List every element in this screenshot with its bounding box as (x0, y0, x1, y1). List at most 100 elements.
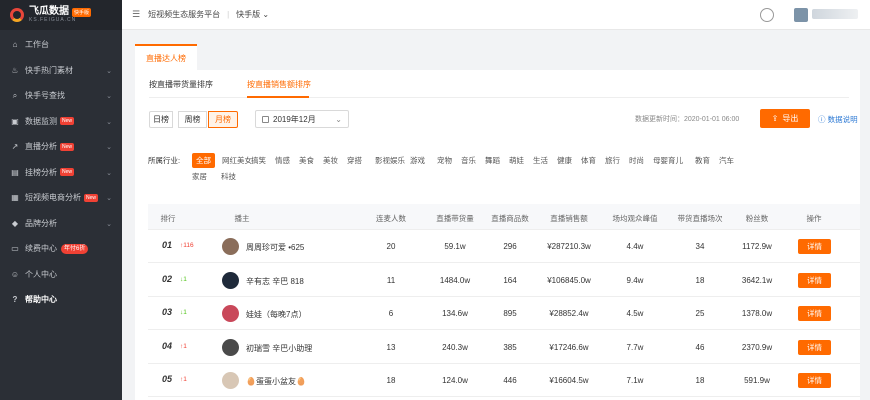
host-avatar[interactable] (222, 338, 239, 356)
industry-filter-item[interactable]: 萌娃 (509, 155, 524, 166)
industry-filter-item[interactable]: 时尚 (629, 155, 644, 166)
version-select[interactable]: 快手版 ⌄ (236, 9, 269, 20)
logo[interactable]: 飞瓜数据 快手版 KS.FEIGUA.CN (0, 0, 122, 30)
bars-icon: ▤ (11, 167, 19, 177)
detail-button[interactable]: 详情 (798, 272, 831, 288)
active-tab-indicator (247, 96, 309, 98)
industry-filter-item[interactable]: 穿搭 (347, 155, 362, 166)
sidebar-item-4[interactable]: ↗ 直播分析 New ⌄ (0, 134, 122, 160)
industry-filter-item[interactable]: 情感 (275, 155, 290, 166)
tab-sort-volume[interactable]: 按直播带货量排序 (149, 79, 213, 90)
industry-filter-item[interactable]: 科技 (221, 171, 236, 182)
month-picker[interactable]: 2019年12月 ⌄ (255, 110, 349, 128)
industry-filter-item[interactable]: 母婴育儿 (653, 155, 683, 166)
cell-c1: 13 (386, 342, 396, 352)
sidebar-item-7[interactable]: ◆ 品牌分析 ⌄ (0, 211, 122, 237)
cell-c6: 18 (695, 275, 705, 285)
host-avatar[interactable] (222, 305, 239, 322)
industry-filter-item[interactable]: 教育 (695, 155, 710, 166)
host-name[interactable]: 初瑞雪 辛巴小助理 (246, 343, 312, 354)
industry-filter-item[interactable]: 舞蹈 (485, 155, 500, 166)
host-name[interactable]: 娃娃（每晚7点） (246, 309, 306, 320)
platform-title: 短视频生态服务平台 (148, 10, 221, 19)
sidebar-item-label: 数据监测 (25, 116, 57, 126)
user-icon: ☺ (10, 269, 20, 279)
cell-c1: 18 (386, 376, 396, 385)
cell-c5: 7.1w (626, 376, 644, 385)
cell-c1: 20 (386, 242, 396, 251)
industry-filter-item[interactable]: 生活 (533, 155, 548, 166)
table-row[interactable]: 01 ↑116 周周珍可爱 •625 20 59.1w 296 ¥287210.3w 4.4w… (148, 230, 860, 263)
period-weekly-button[interactable]: 周榜 (178, 111, 207, 128)
detail-button[interactable]: 详情 (798, 373, 831, 388)
period-monthly-button[interactable]: 月榜 (208, 111, 238, 128)
sidebar-item-2[interactable]: ⌕ 快手号查找 ⌄ (0, 83, 122, 109)
detail-button[interactable]: 详情 (798, 339, 831, 355)
industry-filter-item[interactable]: 美食 (299, 155, 314, 166)
sidebar-item-label: 工作台 (25, 40, 49, 50)
column-header: 直播带货量 (436, 214, 474, 223)
sidebar-item-10[interactable]: ? 帮助中心 (0, 287, 122, 313)
cell-c3: 446 (503, 376, 517, 385)
data-help-link[interactable]: ⓘ 数据说明 (818, 114, 858, 125)
table-row[interactable]: 04 ↑1 初瑞雪 辛巴小助理 13 240.3w 385 ¥17246.6w 7.7w 46 2… (148, 331, 860, 364)
sidebar-item-label: 续费中心 (25, 244, 57, 254)
sidebar-item-3[interactable]: ▣ 数据监测 New ⌄ (0, 109, 122, 135)
period-daily-button[interactable]: 日榜 (149, 111, 173, 128)
host-avatar[interactable] (222, 271, 239, 289)
table-row[interactable]: 02 ↓1 辛有志 辛巴 818 11 1484.0w 164 ¥106845.0w 9.4w… (148, 264, 860, 297)
cell-c4: ¥16604.5w (549, 376, 589, 385)
industry-filter-item[interactable]: 健康 (557, 155, 572, 166)
cell-c2: 134.6w (442, 309, 468, 318)
cell-c7: 3642.1w (741, 275, 773, 285)
host-avatar[interactable] (222, 238, 239, 255)
tab-live-ranking[interactable]: 直播达人榜 (135, 44, 197, 70)
user-name[interactable] (812, 9, 858, 19)
industry-filter-item[interactable]: 影视娱乐 (375, 155, 405, 166)
card-icon: ▭ (11, 244, 19, 254)
sidebar-item-5[interactable]: ▤ 挂榜分析 New ⌄ (0, 160, 122, 186)
user-avatar[interactable] (794, 8, 808, 22)
cell-c6: 46 (695, 342, 705, 352)
industry-filter-item[interactable]: 美妆 (323, 155, 338, 166)
host-name[interactable]: 辛有志 辛巴 818 (246, 276, 304, 287)
sidebar-item-label: 快手号查找 (25, 91, 65, 101)
industry-filter-item[interactable]: 旅行 (605, 155, 620, 166)
sidebar-item-0[interactable]: ⌂ 工作台 (0, 32, 122, 58)
industry-filter-item[interactable]: 搞笑 (251, 155, 266, 166)
industry-filter-item[interactable]: 家居 (192, 171, 207, 182)
sidebar-item-9[interactable]: ☺ 个人中心 (0, 262, 122, 288)
sidebar-item-6[interactable]: ▦ 短视频电商分析 New ⌄ (0, 185, 122, 211)
sidebar-item-8[interactable]: ▭ 续费中心 年付6折 (0, 236, 122, 262)
industry-filter-item[interactable]: 全部 (192, 153, 215, 168)
version-label: 快手版 (236, 10, 261, 19)
sidebar-item-1[interactable]: ♨ 快手热门素材 ⌄ (0, 58, 122, 84)
month-value: 2019年12月 (273, 114, 316, 124)
main-panel: 按直播带货量排序 按直播销售额排序 日榜 周榜 月榜 2019年12月 ⌄ 数据… (135, 70, 860, 400)
industry-filter-item[interactable]: 汽车 (719, 155, 734, 166)
export-button[interactable]: ⇪ 导出 (760, 109, 810, 128)
detail-button[interactable]: 详情 (798, 306, 831, 321)
industry-filter-item[interactable]: 音乐 (461, 155, 476, 166)
table-row[interactable]: 03 ↓1 娃娃（每晚7点） 6 134.6w 895 ¥28852.4w 4.5w 25 137… (148, 297, 860, 330)
divider: | (227, 10, 230, 19)
tab-sort-sales[interactable]: 按直播销售额排序 (247, 79, 311, 90)
headset-icon[interactable] (760, 8, 774, 22)
rank-change: ↑116 (180, 242, 194, 249)
industry-filter-item[interactable]: 体育 (581, 155, 596, 166)
menu-toggle-icon[interactable]: ☰ (132, 9, 140, 20)
industry-filter-item[interactable]: 游戏 (410, 155, 425, 166)
sidebar-item-label: 短视频电商分析 (25, 193, 81, 203)
cell-c7: 1172.9w (742, 242, 772, 251)
rank-change-value: 1 (183, 342, 187, 350)
host-name[interactable]: 🥚蛋蛋小盆友🥚 (246, 376, 306, 387)
cell-c1: 11 (386, 275, 396, 285)
host-avatar[interactable] (222, 372, 239, 389)
trend-icon: ↗ (11, 142, 19, 152)
table-row[interactable]: 05 ↑1 🥚蛋蛋小盆友🥚 18 124.0w 446 ¥16604.5w 7.1w 18 591… (148, 364, 860, 397)
cell-c5: 9.4w (626, 275, 644, 285)
industry-filter-item[interactable]: 网红美女 (222, 155, 252, 166)
detail-button[interactable]: 详情 (798, 239, 831, 254)
host-name[interactable]: 周周珍可爱 •625 (246, 242, 304, 253)
industry-filter-item[interactable]: 宠物 (437, 155, 452, 166)
